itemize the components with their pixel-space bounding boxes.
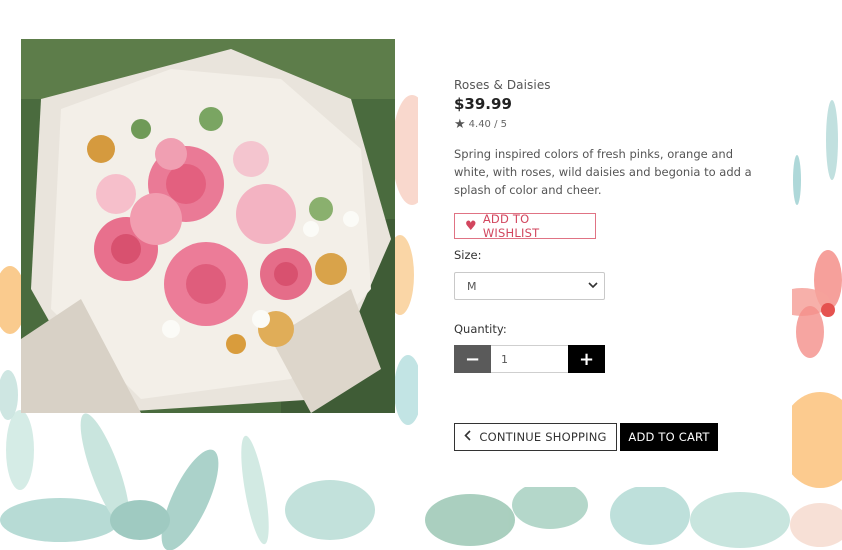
add-to-wishlist-button[interactable]: ♥ ADD TO WISHLIST <box>454 212 596 240</box>
continue-shopping-label: CONTINUE SHOPPING <box>479 430 607 444</box>
increase-quantity-button[interactable]: + <box>568 345 605 373</box>
continue-shopping-button[interactable]: CONTINUE SHOPPING <box>454 423 617 451</box>
wishlist-label: ADD TO WISHLIST <box>482 212 540 240</box>
chevron-down-icon <box>588 281 598 292</box>
size-label: Size: <box>454 248 482 262</box>
heart-icon: ♥ <box>465 218 477 234</box>
chevron-left-icon <box>464 430 471 444</box>
add-to-cart-button[interactable]: ADD TO CART <box>620 423 718 451</box>
action-buttons: CONTINUE SHOPPING ADD TO CART <box>454 423 718 451</box>
product-rating: ★ 4.40 / 5 <box>454 118 764 131</box>
product-detail-card: Roses & Daisies $39.99 ★ 4.40 / 5 Spring… <box>418 50 792 487</box>
size-selected-value: M <box>467 279 477 293</box>
size-select[interactable]: M <box>454 272 605 300</box>
quantity-stepper: − 1 + <box>454 345 764 373</box>
quantity-input[interactable]: 1 <box>491 345 568 373</box>
product-description: Spring inspired colors of fresh pinks, o… <box>454 147 752 197</box>
product-image <box>21 39 395 413</box>
product-price: $39.99 <box>454 95 512 113</box>
decrease-quantity-button[interactable]: − <box>454 345 491 373</box>
star-icon: ★ <box>454 117 466 132</box>
rating-value: 4.40 / 5 <box>468 119 508 130</box>
quantity-label: Quantity: <box>454 322 507 336</box>
product-name: Roses & Daisies <box>454 78 551 92</box>
